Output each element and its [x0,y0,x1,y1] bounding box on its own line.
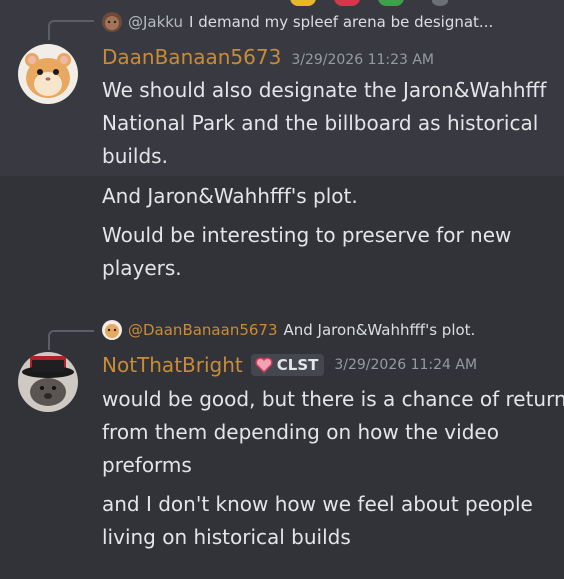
avatar[interactable] [18,352,78,412]
hamster-avatar-icon [102,12,122,32]
message-header: DaanBanaan5673 3/29/2026 11:23 AM [102,45,434,69]
heart-icon [255,357,273,373]
emoji-reaction-icon[interactable] [290,0,316,6]
message-line: would be good, but there is a chance of … [102,387,564,411]
hat-avatar-icon [18,352,78,412]
clan-tag-label: CLST [276,356,319,374]
check-reaction-icon[interactable] [378,0,404,6]
reply-connector [48,20,94,40]
username[interactable]: NotThatBright [102,353,243,377]
reply-preview[interactable]: @DaanBanaan5673 And Jaron&Wahhfff's plot… [102,318,475,342]
message-line: preforms [102,453,192,477]
reply-connector [48,330,94,350]
username[interactable]: DaanBanaan5673 [102,45,281,69]
timestamp[interactable]: 3/29/2026 11:23 AM [291,52,434,68]
message-line: We should also designate the Jaron&Wahhf… [102,78,547,102]
message-line: And Jaron&Wahhfff's plot. [102,184,358,208]
message-header: NotThatBright CLST 3/29/2026 11:24 AM [102,353,477,377]
clan-tag[interactable]: CLST [250,354,325,376]
more-options-icon[interactable] [432,0,448,6]
reply-preview[interactable]: @Jakku I demand my spleef arena be desig… [102,10,493,34]
reply-username[interactable]: @DaanBanaan5673 [128,321,278,339]
avatar[interactable] [18,44,78,104]
reply-username[interactable]: @Jakku [128,13,183,31]
message-line: National Park and the billboard as histo… [102,111,539,135]
message-line: living on historical builds [102,525,351,549]
message-line: builds. [102,144,168,168]
reaction-toolbar[interactable] [290,0,448,6]
hamster-avatar-icon [102,320,122,340]
message-line: from them depending on how the video [102,420,499,444]
message-line: Would be interesting to preserve for new [102,223,512,247]
reply-text: I demand my spleef arena be designat... [189,13,494,31]
timestamp[interactable]: 3/29/2026 11:24 AM [334,357,477,373]
hamster-avatar-icon [18,44,78,104]
heart-reaction-icon[interactable] [334,0,360,6]
reply-text: And Jaron&Wahhfff's plot. [283,321,476,339]
message-line: players. [102,256,182,280]
message-line: and I don't know how we feel about peopl… [102,492,533,516]
